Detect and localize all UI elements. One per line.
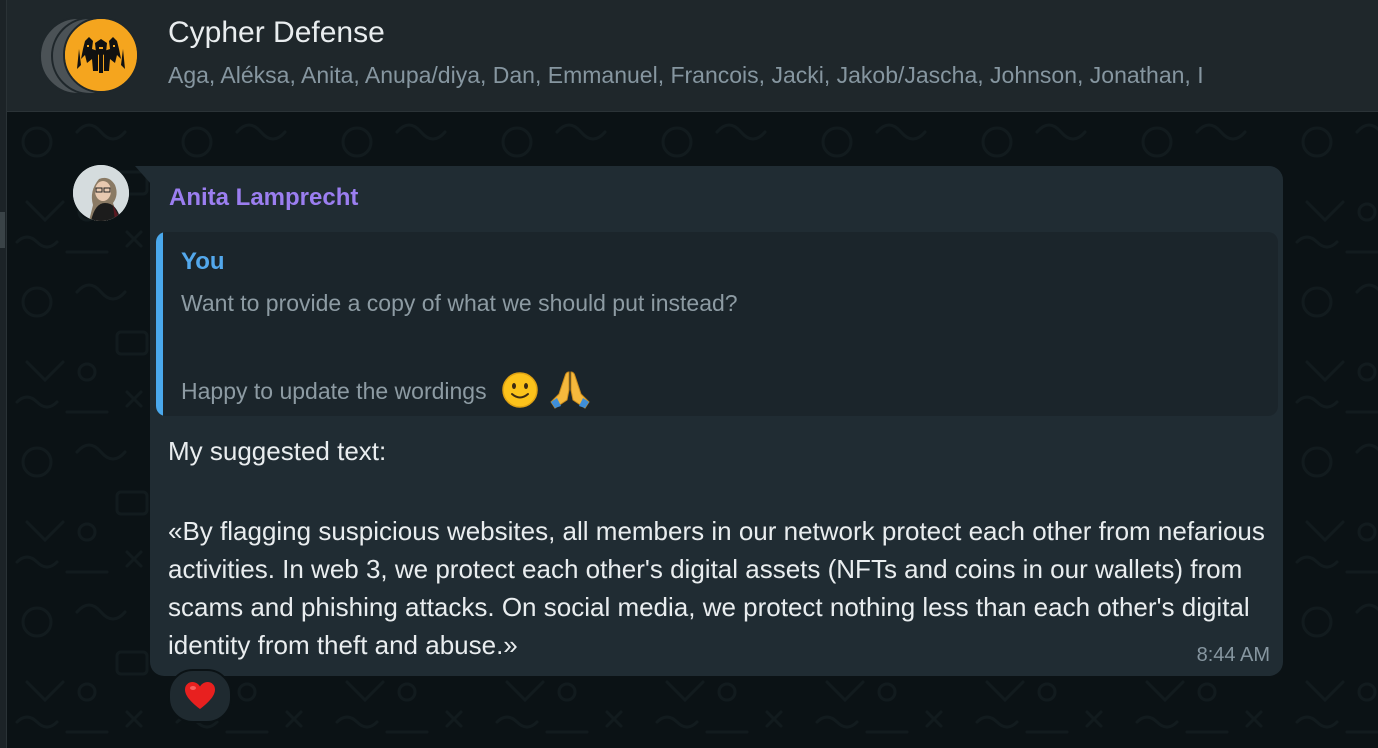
chat-window: Cypher Defense Aga, Aléksa, Anita, Anupa… [0,0,1378,748]
chat-title[interactable]: Cypher Defense [168,16,385,50]
folded-hands-icon [549,370,591,416]
sender-avatar[interactable] [73,165,129,221]
member-list[interactable]: Aga, Aléksa, Anita, Anupa/diya, Dan, Emm… [168,62,1378,89]
group-avatar-stack[interactable] [39,17,149,95]
message-pane[interactable]: Anita Lamprecht You Want to provide a co… [7,112,1378,748]
reaction-badge[interactable] [168,669,232,723]
quote-text-line: Want to provide a copy of what we should… [181,290,738,316]
message-bubble[interactable]: Anita Lamprecht You Want to provide a co… [150,166,1283,676]
quote-text-line: Happy to update the wordings [181,370,591,416]
group-logo-icon [65,19,137,91]
bubble-tail [135,166,151,184]
group-avatar[interactable] [63,17,139,93]
quote-text: Happy to update the wordings [181,378,487,405]
heart-icon [185,682,215,709]
scroll-indicator[interactable] [0,212,5,248]
person-avatar-icon [73,165,129,221]
message-intro: My suggested text: [168,436,387,466]
slightly-smiling-face-icon [501,371,539,415]
quote-author: You [181,248,225,275]
message-body: «By flagging suspicious websites, all me… [168,516,1265,660]
sender-name[interactable]: Anita Lamprecht [169,184,358,212]
sidebar-edge[interactable] [0,0,7,748]
message-timestamp: 8:44 AM [1196,644,1270,666]
chat-header[interactable]: Cypher Defense Aga, Aléksa, Anita, Anupa… [7,0,1378,112]
quoted-message[interactable]: You Want to provide a copy of what we sh… [156,232,1278,416]
quote-accent-bar [156,232,163,416]
